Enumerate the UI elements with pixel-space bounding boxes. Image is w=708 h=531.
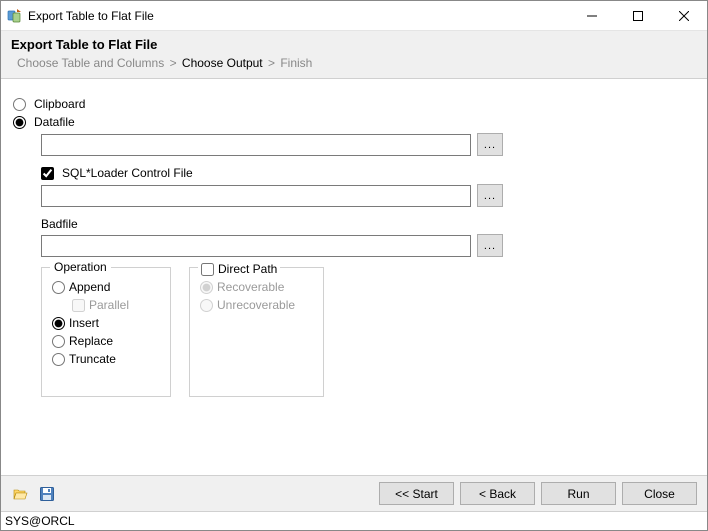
badfile-input[interactable] [41, 235, 471, 257]
operation-insert[interactable]: Insert [52, 316, 160, 330]
breadcrumb-sep: > [170, 56, 177, 70]
floppy-disk-icon [40, 487, 54, 501]
minimize-button[interactable] [569, 1, 615, 31]
datafile-label: Datafile [34, 115, 75, 129]
sqlloader-label: SQL*Loader Control File [62, 166, 193, 180]
clipboard-radio[interactable] [13, 98, 26, 111]
open-file-button[interactable] [11, 484, 31, 504]
operation-parallel: Parallel [72, 298, 160, 312]
window-title: Export Table to Flat File [28, 9, 569, 23]
app-icon [7, 8, 23, 24]
badfile-browse-button[interactable]: ... [477, 234, 503, 257]
titlebar: Export Table to Flat File [1, 1, 707, 31]
append-radio[interactable] [52, 281, 65, 294]
truncate-radio[interactable] [52, 353, 65, 366]
minimize-icon [587, 11, 597, 21]
export-wizard-window: Export Table to Flat File Export Table t… [0, 0, 708, 531]
maximize-icon [633, 11, 643, 21]
sqlloader-browse-button[interactable]: ... [477, 184, 503, 207]
breadcrumb-sep: > [268, 56, 275, 70]
close-window-button[interactable] [661, 1, 707, 31]
breadcrumb: Choose Table and Columns > Choose Output… [11, 56, 697, 70]
clipboard-option[interactable]: Clipboard [13, 97, 695, 111]
start-button[interactable]: << Start [379, 482, 454, 505]
back-button[interactable]: < Back [460, 482, 535, 505]
sqlloader-checkbox[interactable] [41, 167, 54, 180]
insert-label: Insert [69, 316, 99, 330]
sqlloader-option[interactable]: SQL*Loader Control File [41, 166, 695, 180]
operation-groupbox: Operation Append Parallel Insert Replace [41, 267, 171, 397]
directpath-label: Direct Path [218, 262, 277, 276]
datafile-section: ... SQL*Loader Control File ... Badfile … [41, 133, 695, 257]
operation-append[interactable]: Append [52, 280, 160, 294]
append-label: Append [69, 280, 110, 294]
datafile-input[interactable] [41, 134, 471, 156]
run-button[interactable]: Run [541, 482, 616, 505]
page-title: Export Table to Flat File [11, 37, 697, 52]
folder-open-icon [13, 487, 29, 501]
recoverable-label: Recoverable [217, 280, 284, 294]
sqlloader-input[interactable] [41, 185, 471, 207]
window-controls [569, 1, 707, 30]
clipboard-label: Clipboard [34, 97, 85, 111]
breadcrumb-step-1: Choose Table and Columns [17, 56, 164, 70]
operation-legend: Operation [50, 260, 111, 274]
datafile-radio[interactable] [13, 116, 26, 129]
parallel-checkbox [72, 299, 85, 312]
maximize-button[interactable] [615, 1, 661, 31]
recoverable-radio [200, 281, 213, 294]
badfile-label: Badfile [41, 217, 695, 231]
wizard-header: Export Table to Flat File Choose Table a… [1, 31, 707, 79]
datafile-browse-button[interactable]: ... [477, 133, 503, 156]
directpath-unrecoverable: Unrecoverable [200, 298, 313, 312]
directpath-checkbox[interactable] [201, 263, 214, 276]
truncate-label: Truncate [69, 352, 116, 366]
directpath-option[interactable]: Direct Path [198, 262, 280, 276]
directpath-groupbox: Direct Path Recoverable Unrecoverable [189, 267, 324, 397]
parallel-label: Parallel [89, 298, 129, 312]
replace-radio[interactable] [52, 335, 65, 348]
operation-truncate[interactable]: Truncate [52, 352, 160, 366]
replace-label: Replace [69, 334, 113, 348]
close-icon [679, 11, 689, 21]
unrecoverable-label: Unrecoverable [217, 298, 295, 312]
close-button[interactable]: Close [622, 482, 697, 505]
wizard-body: Clipboard Datafile ... SQL*Loader Contro… [1, 79, 707, 475]
breadcrumb-step-3: Finish [280, 56, 312, 70]
save-file-button[interactable] [37, 484, 57, 504]
unrecoverable-radio [200, 299, 213, 312]
insert-radio[interactable] [52, 317, 65, 330]
connection-status: SYS@ORCL [5, 514, 75, 528]
status-bar: SYS@ORCL [1, 511, 707, 530]
directpath-recoverable: Recoverable [200, 280, 313, 294]
breadcrumb-step-2: Choose Output [182, 56, 263, 70]
datafile-option[interactable]: Datafile [13, 115, 695, 129]
operation-replace[interactable]: Replace [52, 334, 160, 348]
wizard-footer: << Start < Back Run Close [1, 475, 707, 511]
